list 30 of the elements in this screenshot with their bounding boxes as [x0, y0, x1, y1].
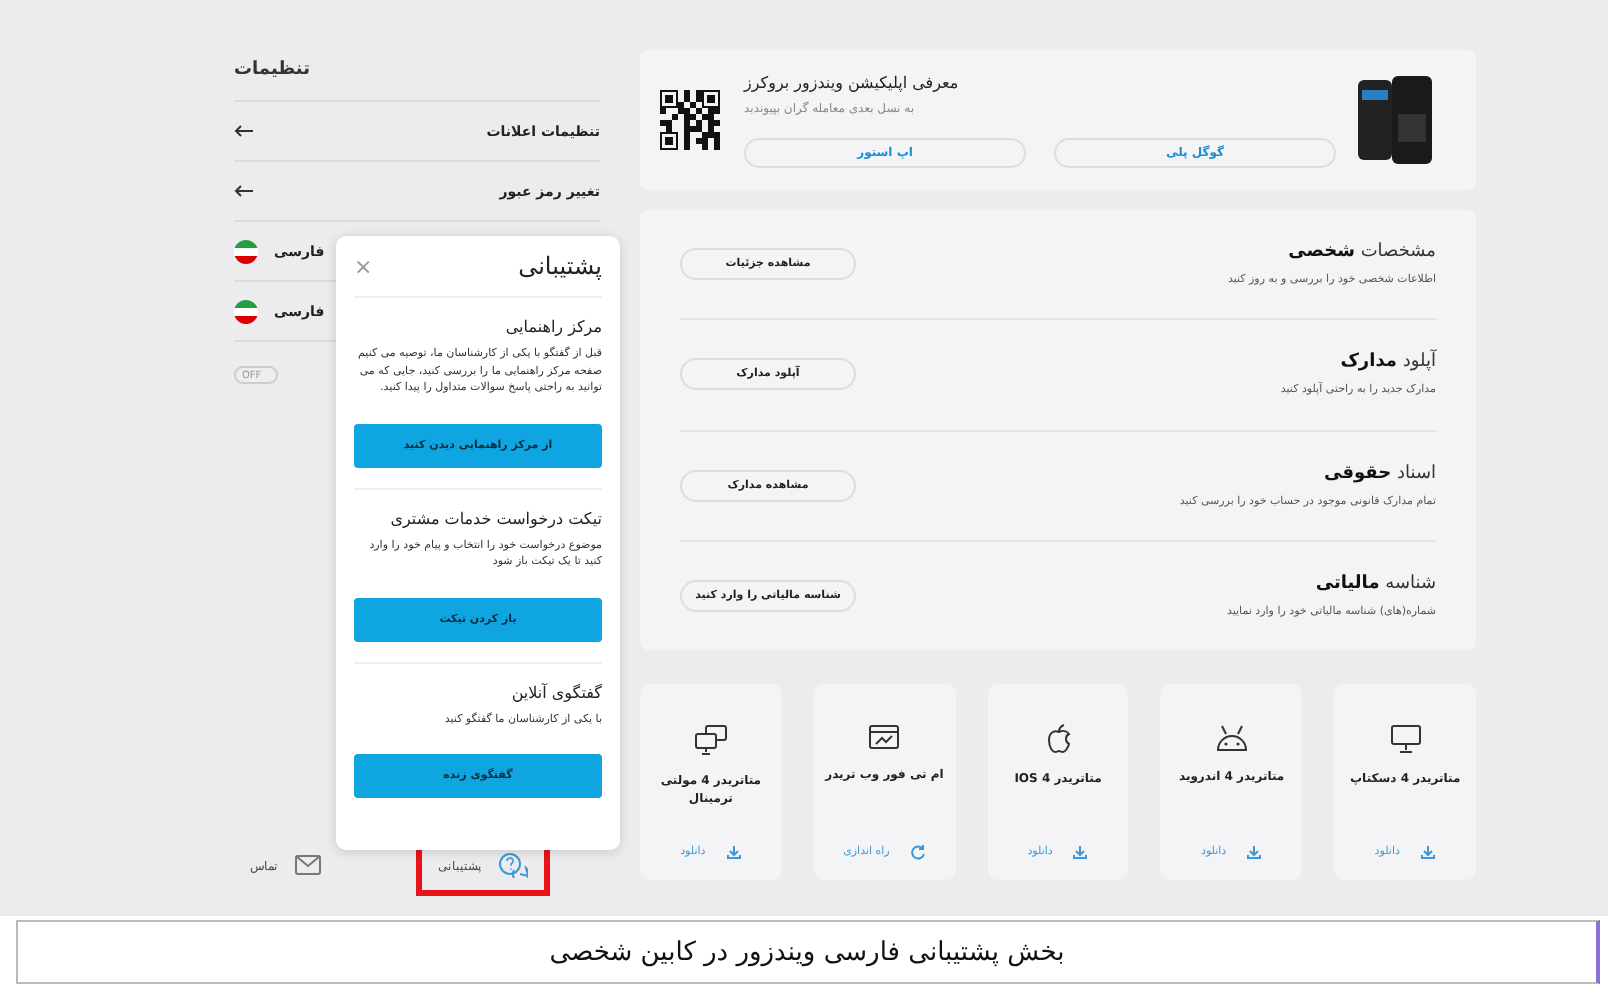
close-button[interactable]: ×: [354, 255, 373, 277]
arrow-left-icon: [234, 184, 254, 198]
settings-title: تنظیمات: [234, 60, 600, 102]
image-caption: بخش پشتیبانی فارسی ویندزور در کابین شخصی: [16, 920, 1600, 984]
download-icon: [725, 844, 742, 860]
section-title: آپلود مدارک: [1338, 352, 1436, 373]
support-option-title: گفتگوی آنلاین: [509, 683, 602, 702]
section-title: مشخصات شخصی: [1286, 242, 1436, 263]
browser-chart-icon: [868, 724, 901, 750]
refresh-icon: [909, 844, 926, 860]
envelope-icon: [294, 854, 322, 876]
popup-title: پشتیبانی: [518, 252, 602, 280]
download-icon: [1419, 844, 1436, 860]
iran-flag-icon: [234, 299, 258, 323]
android-icon: [1213, 724, 1250, 752]
iran-flag-icon: [234, 239, 258, 263]
apple-icon: [1045, 724, 1072, 754]
arrow-left-icon: [234, 124, 254, 138]
support-option-title: تیکت درخواست خدمات مشتری: [388, 509, 602, 528]
banner-title: معرفی اپلیکیشن ویندزور بروکرز: [744, 73, 959, 91]
monitor-icon: [1389, 724, 1422, 754]
support-option-title: مرکز راهنمایی: [503, 318, 602, 336]
section-title: شناسه مالیاتی: [1313, 573, 1436, 594]
download-icon: [1246, 844, 1263, 860]
section-title: اسناد حقوقی: [1322, 463, 1436, 484]
qr-code-icon: [656, 86, 724, 154]
download-icon: [1072, 844, 1089, 860]
phones-drawing: [1356, 74, 1436, 166]
two-monitors-icon: [693, 724, 728, 756]
chat-question-icon: [498, 852, 528, 878]
